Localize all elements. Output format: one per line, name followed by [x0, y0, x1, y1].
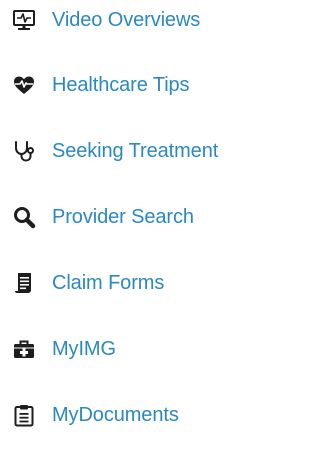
menu-item-label: Seeking Treatment: [52, 139, 219, 162]
menu-item-video-overviews[interactable]: Video Overviews: [12, 0, 200, 40]
menu-item-myimg[interactable]: MyIMG: [12, 329, 116, 369]
menu-item-label: MyDocuments: [52, 403, 179, 426]
menu-item-mydocuments[interactable]: MyDocuments: [12, 395, 179, 435]
heartbeat-icon: [12, 73, 36, 97]
menu-item-seeking-treatment[interactable]: Seeking Treatment: [12, 131, 218, 171]
side-menu: Video Overviews Healthcare Tips Seeking …: [0, 0, 281, 466]
menu-item-label: Healthcare Tips: [52, 73, 190, 96]
menu-item-label: Video Overviews: [52, 8, 201, 31]
medical-kit-icon: [12, 337, 36, 361]
document-icon: [12, 271, 36, 295]
menu-item-label: MyIMG: [52, 337, 116, 360]
search-icon: [12, 205, 36, 229]
menu-item-label: Claim Forms: [52, 271, 165, 294]
monitor-heartbeat-icon: [12, 8, 36, 32]
menu-item-claim-forms[interactable]: Claim Forms: [12, 263, 164, 303]
menu-item-provider-search[interactable]: Provider Search: [12, 197, 194, 237]
menu-item-label: Provider Search: [52, 205, 194, 228]
clipboard-icon: [12, 403, 36, 427]
stethoscope-icon: [12, 139, 36, 163]
menu-item-healthcare-tips[interactable]: Healthcare Tips: [12, 65, 190, 105]
